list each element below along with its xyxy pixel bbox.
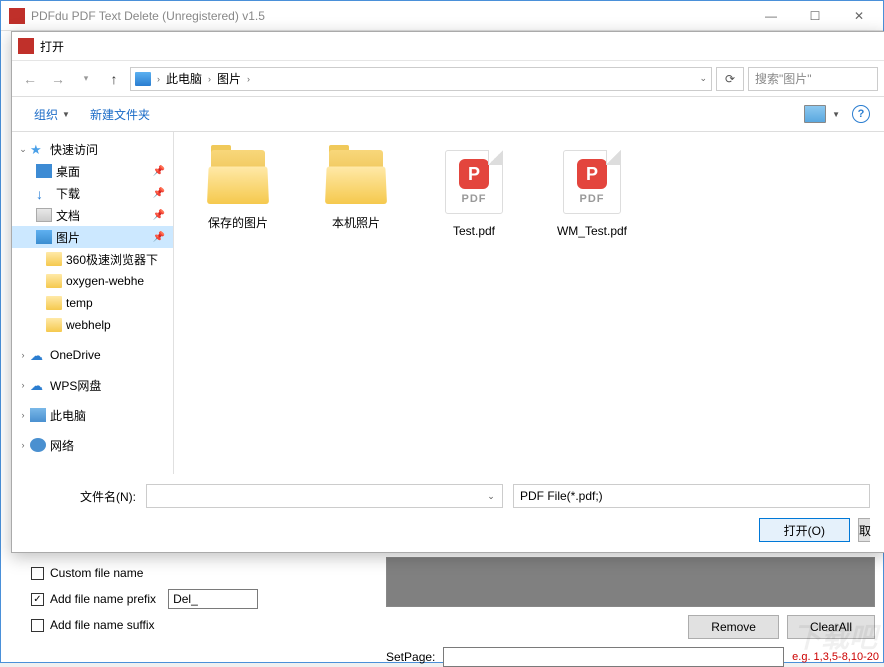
custom-filename-checkbox[interactable] [31,567,44,580]
tree-onedrive[interactable]: › ☁ OneDrive [12,344,173,366]
star-icon: ★ [30,142,46,156]
remove-button[interactable]: Remove [688,615,779,639]
tree-folder-webhelp[interactable]: webhelp [12,314,173,336]
path-root[interactable]: 此电脑 [166,70,202,87]
prefix-input[interactable] [168,589,258,609]
nav-up-icon[interactable]: ↑ [102,67,126,91]
nav-forward-icon[interactable]: → [46,67,70,91]
tree-folder-360[interactable]: 360极速浏览器下 [12,248,173,270]
path-folder[interactable]: 图片 [217,70,241,87]
nav-back-icon[interactable]: ← [18,67,42,91]
tree-downloads[interactable]: ↓ 下载 📌 [12,182,173,204]
tree-thispc[interactable]: › 此电脑 [12,404,173,426]
pin-icon: 📌 [153,188,169,199]
organize-menu[interactable]: 组织 ▼ [26,102,78,127]
suffix-label: Add file name suffix [50,618,155,632]
file-list[interactable]: 保存的图片 本机照片 P PDF Test.pdf [174,132,884,474]
app-titlebar: PDFdu PDF Text Delete (Unregistered) v1.… [1,1,883,31]
filetype-filter[interactable]: PDF File(*.pdf;) [513,484,870,508]
tree-pictures[interactable]: 图片 📌 [12,226,173,248]
expand-icon[interactable]: › [16,410,30,420]
chevron-down-icon[interactable]: ⌄ [482,487,500,505]
setpage-input[interactable] [443,647,784,667]
tree-wps[interactable]: › ☁ WPS网盘 [12,374,173,396]
chevron-right-icon: › [208,74,211,84]
custom-filename-label: Custom file name [50,566,143,580]
folder-icon [46,318,62,332]
collapse-icon[interactable]: ⌄ [16,144,30,155]
help-icon[interactable]: ? [852,105,870,123]
expand-icon[interactable]: › [16,380,30,390]
cloud-icon: ☁ [30,348,46,362]
pdf-icon: P PDF [445,150,503,214]
chevron-right-icon: › [247,74,250,84]
cloud-icon: ☁ [30,378,46,392]
clearall-button[interactable]: ClearAll [787,615,875,639]
refresh-icon[interactable]: ⟳ [716,67,744,91]
pin-icon: 📌 [153,232,169,243]
file-item-wmtest[interactable]: P PDF WM_Test.pdf [548,150,636,238]
nav-tree: ⌄ ★ 快速访问 桌面 📌 ↓ 下载 📌 文档 📌 [12,132,174,474]
expand-icon[interactable]: › [16,350,30,360]
maximize-button[interactable]: ☐ [793,2,837,30]
file-item-test[interactable]: P PDF Test.pdf [430,150,518,238]
folder-item-camera[interactable]: 本机照片 [312,150,400,231]
pc-icon [30,408,46,422]
filename-input[interactable]: ⌄ [146,484,503,508]
filename-label: 文件名(N): [26,488,136,505]
open-button[interactable]: 打开(O) [759,518,850,542]
tree-network[interactable]: › 网络 [12,434,173,456]
tree-documents[interactable]: 文档 📌 [12,204,173,226]
tree-quick-access[interactable]: ⌄ ★ 快速访问 [12,138,173,160]
setpage-label: SetPage: [386,650,435,664]
chevron-down-icon[interactable]: ▼ [832,110,840,119]
preview-area [386,557,875,607]
network-icon [30,438,46,452]
pictures-icon [36,230,52,244]
dialog-icon [18,38,34,54]
view-mode-button[interactable] [804,105,826,123]
pin-icon: 📌 [153,166,169,177]
tree-folder-oxygen[interactable]: oxygen-webhe [12,270,173,292]
setpage-hint: e.g. 1,3,5-8,10-20 [792,651,879,663]
pdf-icon: P PDF [563,150,621,214]
tree-desktop[interactable]: 桌面 📌 [12,160,173,182]
prefix-checkbox[interactable]: ✓ [31,593,44,606]
minimize-button[interactable]: — [749,2,793,30]
dialog-title: 打开 [40,38,878,55]
chevron-down-icon: ▼ [62,110,70,119]
close-button[interactable]: ✕ [837,2,881,30]
tree-folder-temp[interactable]: temp [12,292,173,314]
folder-icon [207,150,269,204]
pin-icon: 📌 [153,210,169,221]
folder-item-saved[interactable]: 保存的图片 [194,150,282,231]
download-icon: ↓ [36,186,52,200]
prefix-label: Add file name prefix [50,592,156,606]
nav-recent-icon[interactable]: ▾ [74,67,98,91]
app-icon [9,8,25,24]
app-title: PDFdu PDF Text Delete (Unregistered) v1.… [31,9,749,23]
folder-icon [46,252,62,266]
cancel-button[interactable]: 取 [858,518,870,542]
address-bar[interactable]: › 此电脑 › 图片 › ⌄ [130,67,712,91]
chevron-right-icon: › [157,74,160,84]
search-input[interactable]: 搜索"图片" [748,67,878,91]
new-folder-button[interactable]: 新建文件夹 [82,102,158,127]
chevron-down-icon[interactable]: ⌄ [699,73,707,84]
suffix-checkbox[interactable] [31,619,44,632]
document-icon [36,208,52,222]
pc-icon [135,72,151,86]
expand-icon[interactable]: › [16,440,30,450]
file-open-dialog: 打开 ← → ▾ ↑ › 此电脑 › 图片 › ⌄ ⟳ 搜索"图片" [11,31,884,553]
folder-icon [46,274,62,288]
folder-icon [46,296,62,310]
folder-icon [325,150,387,204]
desktop-icon [36,164,52,178]
